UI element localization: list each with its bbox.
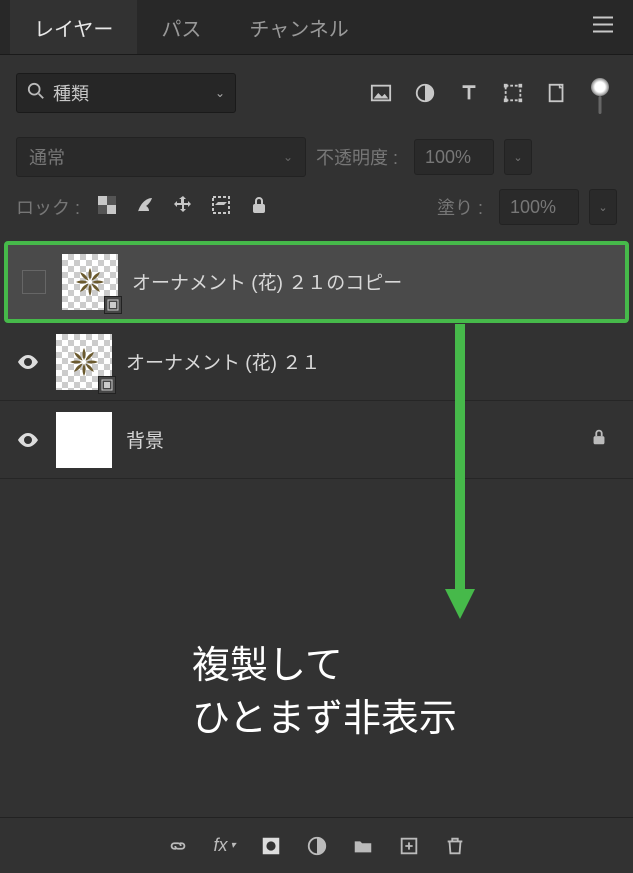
lock-all-icon[interactable] [248, 194, 270, 221]
fill-dropdown[interactable]: ⌄ [589, 189, 617, 225]
annotation-line1: 複製して [192, 640, 457, 693]
tab-layers[interactable]: レイヤー [10, 0, 137, 54]
chevron-down-icon: ⌄ [215, 86, 225, 100]
blend-mode-select[interactable]: 通常 ⌄ [16, 137, 306, 177]
filter-smartobject-icon[interactable] [541, 77, 573, 109]
tab-channels[interactable]: チャンネル [225, 0, 372, 54]
smartobject-badge-icon [104, 296, 122, 314]
lock-icon [589, 427, 609, 452]
layer-thumbnail[interactable] [56, 412, 112, 468]
visibility-off-box [22, 270, 46, 294]
layer-name[interactable]: 背景 [126, 426, 164, 453]
layers-bottom-bar: fx▾ [0, 817, 633, 873]
fill-input[interactable]: 100% [499, 189, 579, 225]
new-group-icon[interactable] [352, 835, 374, 857]
layer-effects-button[interactable]: fx▾ [213, 835, 235, 856]
panel-tabs: レイヤー パス チャンネル [0, 0, 633, 55]
tab-paths[interactable]: パス [137, 0, 225, 54]
opacity-dropdown[interactable]: ⌄ [504, 139, 532, 175]
filter-image-icon[interactable] [365, 77, 397, 109]
layers-list: オーナメント (花) ２１のコピー オーナメント (花) ２１ 背景 [0, 241, 633, 479]
lock-artboard-icon[interactable] [210, 194, 232, 221]
lock-pixels-icon[interactable] [134, 194, 156, 221]
layer-row[interactable]: オーナメント (花) ２１ [0, 323, 633, 401]
search-icon [27, 82, 45, 105]
annotation-arrow [440, 324, 480, 624]
visibility-toggle[interactable] [14, 348, 42, 376]
new-layer-icon[interactable] [398, 835, 420, 857]
fill-label: 塗り : [437, 194, 483, 220]
adjustment-layer-icon[interactable] [306, 835, 328, 857]
lock-transparency-icon[interactable] [96, 194, 118, 221]
layer-name[interactable]: オーナメント (花) ２１のコピー [132, 268, 402, 295]
filter-row: 種類 ⌄ [0, 55, 633, 131]
visibility-toggle[interactable] [20, 268, 48, 296]
opacity-value: 100% [425, 147, 471, 168]
annotation-text: 複製して ひとまず非表示 [192, 640, 457, 746]
fill-value: 100% [510, 197, 556, 218]
layer-mask-icon[interactable] [260, 835, 282, 857]
filter-type-select[interactable]: 種類 ⌄ [16, 73, 236, 113]
filter-placeholder: 種類 [53, 80, 89, 106]
lock-position-icon[interactable] [172, 194, 194, 221]
lock-label: ロック : [16, 194, 80, 220]
panel-menu-icon[interactable] [593, 17, 613, 38]
annotation-line2: ひとまず非表示 [192, 693, 457, 746]
layer-thumbnail[interactable] [62, 254, 118, 310]
lock-row: ロック : 塗り : 100% ⌄ [0, 183, 633, 231]
filter-shape-icon[interactable] [497, 77, 529, 109]
fx-label: fx [213, 835, 227, 856]
link-layers-icon[interactable] [167, 835, 189, 857]
smartobject-badge-icon [98, 376, 116, 394]
filter-adjustment-icon[interactable] [409, 77, 441, 109]
filter-toggle-switch[interactable] [591, 78, 609, 96]
layer-row[interactable]: 背景 [0, 401, 633, 479]
chevron-down-icon: ⌄ [283, 150, 293, 164]
filter-text-icon[interactable] [453, 77, 485, 109]
opacity-label: 不透明度 : [316, 144, 398, 170]
layers-panel: レイヤー パス チャンネル 種類 ⌄ [0, 0, 633, 873]
delete-layer-icon[interactable] [444, 835, 466, 857]
layer-name[interactable]: オーナメント (花) ２１ [126, 348, 320, 375]
blend-mode-row: 通常 ⌄ 不透明度 : 100% ⌄ [0, 131, 633, 183]
visibility-toggle[interactable] [14, 426, 42, 454]
opacity-input[interactable]: 100% [414, 139, 494, 175]
layer-thumbnail[interactable] [56, 334, 112, 390]
layer-row[interactable]: オーナメント (花) ２１のコピー [6, 243, 627, 321]
blend-mode-value: 通常 [29, 144, 65, 170]
